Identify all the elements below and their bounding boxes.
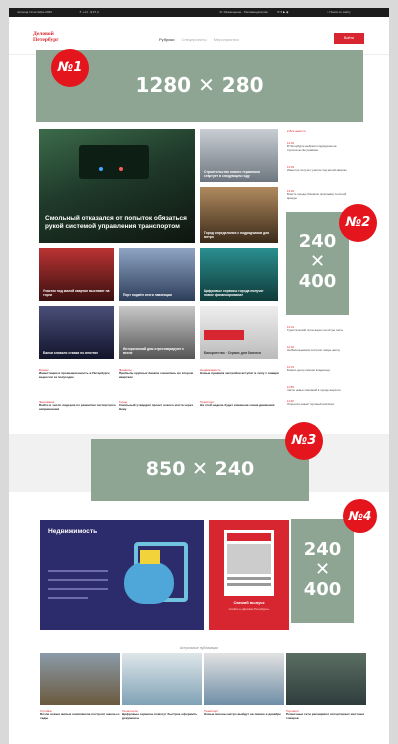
ad-number-badge-1: №1: [51, 49, 89, 87]
date-text: пятница 13 октября 2023: [17, 10, 52, 14]
realty-text-lines: [48, 570, 108, 606]
bottom-card[interactable]: Торговля Розничные сети расширяют ассорти…: [286, 653, 366, 721]
realty-title: Недвижимость: [48, 528, 98, 535]
news-feed-item[interactable]: 11:30 Открылся новый торговый комплекс: [287, 399, 351, 407]
headline-item[interactable]: Недвижимость Новые правила застройки всту…: [200, 368, 280, 376]
latest-issue-promo[interactable]: Свежий выпуск Читайте в «Деловом Петербу…: [209, 520, 289, 630]
headline-item[interactable]: Финансы Прибыль крупных банков снизилась …: [119, 368, 199, 380]
issue-label: Свежий выпуск: [233, 600, 265, 605]
bottom-card[interactable]: Транспорт Новые вагоны метро выйдут на ли…: [204, 653, 284, 717]
news-feed-item[interactable]: 14:02 В Петербурге выбрали подрядчика на …: [287, 141, 351, 152]
ad-banner-3[interactable]: 850 ✕ 240: [91, 439, 309, 501]
ad-number-badge-3: №3: [285, 422, 323, 460]
news-tile-3[interactable]: Участок под жилой квартал выставят на то…: [39, 248, 114, 301]
top-links[interactable]: ☏ Размещение · Рекламодателям: [219, 8, 268, 17]
realty-promo[interactable]: Недвижимость: [40, 520, 204, 630]
news-feed-item[interactable]: 11:58 Число новых компаний в городе вырос…: [287, 385, 351, 393]
news-feed: ● Все новости 14:02 В Петербурге выбрали …: [287, 129, 351, 409]
ad-number-badge-4: №4: [343, 499, 377, 533]
bottom-card[interactable]: Технологии Цифровые сервисы помогут быстр…: [122, 653, 202, 721]
news-tile-2[interactable]: Город определился с подрядчиком для метр…: [200, 187, 278, 243]
issue-subtitle: Читайте в «Деловом Петербурге»: [228, 608, 270, 611]
news-feed-item[interactable]: 12:15 Бизнес-центр сменил владельца: [287, 365, 351, 373]
news-tile-4[interactable]: Порт подвёл итоги навигации: [119, 248, 195, 301]
ad-banner-4[interactable]: 240 ✕ 400: [291, 519, 354, 623]
news-tile-1[interactable]: Строительство нового терминала стартует …: [200, 129, 278, 182]
validator-screen: [79, 145, 149, 179]
realty-yellow-graphic: [140, 550, 160, 564]
headline-item[interactable]: Город Смольный утвердил проект нового мос…: [119, 400, 199, 412]
search-link[interactable]: ⌕ Поиск по сайту: [327, 8, 351, 17]
news-feed-item[interactable]: 12:40 На Васильевском построят новую школ…: [287, 345, 351, 353]
hero-news[interactable]: Смольный отказался от попыток обязаться …: [39, 129, 195, 243]
news-feed-item[interactable]: 13:01 Туристический поток вырос на пятую …: [287, 325, 351, 333]
news-feed-item[interactable]: 13:20 Власти города обновили программу ль…: [287, 189, 351, 200]
top-bar: пятница 13 октября 2023 ☀ +14 · $ 97,4 ☏…: [9, 8, 389, 17]
nav-item-rubrics[interactable]: Рубрики: [159, 37, 174, 42]
news-tile-6[interactable]: Банки снизили ставки по ипотеке: [39, 306, 114, 359]
nav-item-special[interactable]: Спецпроекты: [182, 37, 207, 42]
weather-text: ☀ +14 · $ 97,4: [79, 10, 99, 14]
news-tile-8[interactable]: Банкротство · Сервис для бизнеса: [200, 306, 278, 359]
nav-item-events[interactable]: Мероприятия: [214, 37, 239, 42]
social-icons[interactable]: ✉ ♥ ▶ ◆: [277, 8, 288, 17]
logo[interactable]: Деловой Петербург: [33, 31, 69, 45]
headline-item[interactable]: Транспорт На этой неделе будет изменена с…: [200, 400, 280, 408]
news-feed-title[interactable]: ● Все новости: [287, 129, 351, 133]
promo-label: [204, 330, 244, 340]
page-frame: пятница 13 октября 2023 ☀ +14 · $ 97,4 ☏…: [9, 8, 389, 744]
bottom-card[interactable]: Стройка Возле новых жилых комплексов пост…: [40, 653, 120, 721]
headline-item[interactable]: Экономика Войти в число лидеров по развит…: [39, 400, 119, 412]
main-nav: Рубрики Спецпроекты Мероприятия: [159, 37, 245, 42]
ad-size-3: 850 ✕ 240: [145, 458, 255, 480]
news-tile-7[interactable]: Исторический дом отреставрируют к весне: [119, 306, 195, 359]
issue-cover: [224, 530, 274, 596]
headline-item[interactable]: Бизнес Инвестиции в промышленность в Пете…: [39, 368, 119, 380]
realty-blob-graphic: [124, 562, 174, 604]
news-tile-5[interactable]: Цифровые сервисы города получат новое фи…: [200, 248, 278, 301]
news-feed-item[interactable]: 13:45 Инвестор получил участок под жилой …: [287, 165, 351, 173]
hero-caption: Смольный отказался от попыток обязаться …: [45, 215, 187, 230]
login-button[interactable]: Войти: [334, 33, 364, 44]
bottom-section-title: Актуальные публикации: [179, 646, 219, 650]
